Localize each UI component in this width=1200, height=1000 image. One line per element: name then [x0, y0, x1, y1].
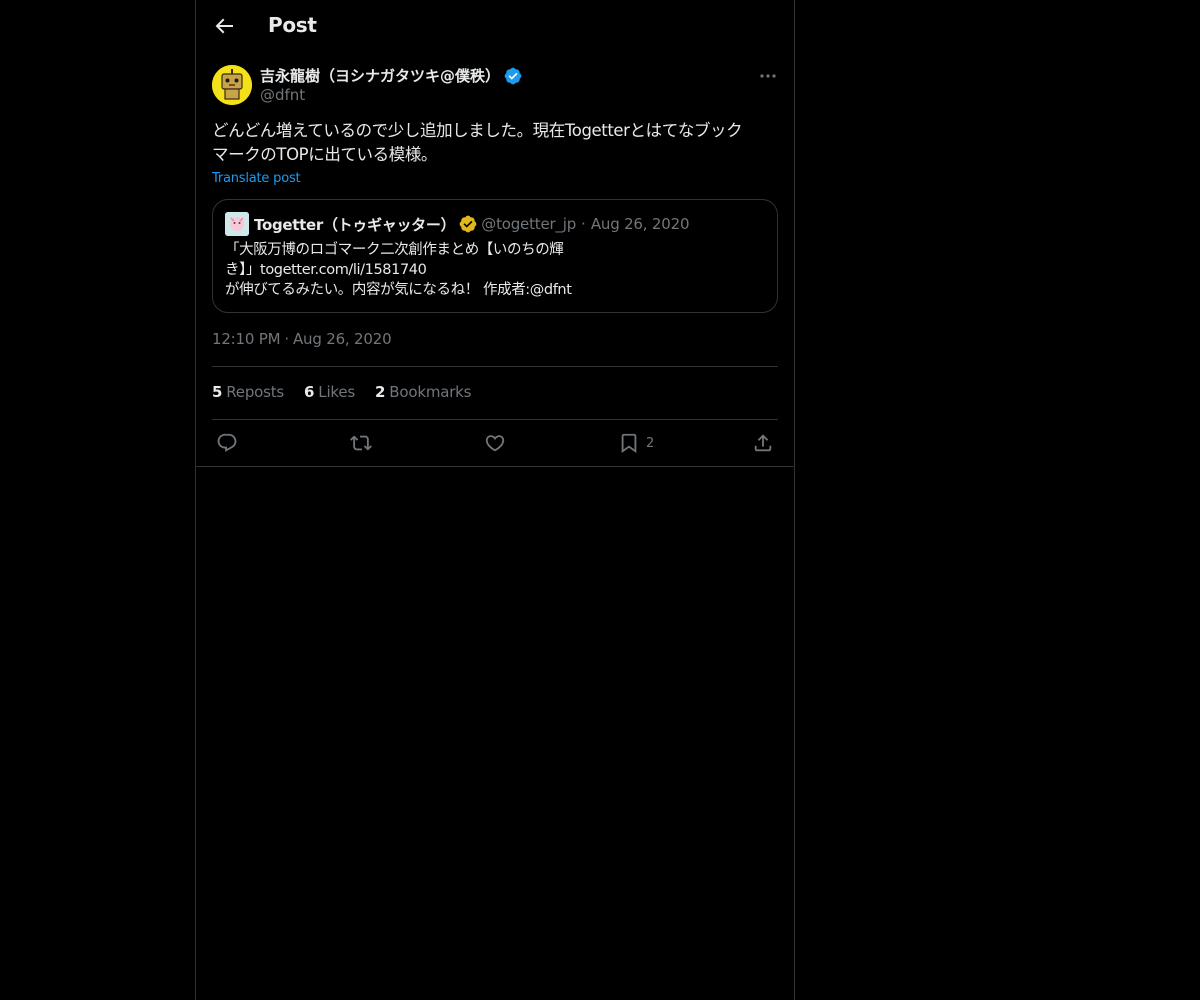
- post-text: どんどん増えているので少し追加しました。現在Togetterとはてなブック マー…: [212, 121, 743, 164]
- separator-dot: ·: [284, 330, 289, 348]
- repost-button[interactable]: [350, 432, 372, 454]
- post-time[interactable]: 12:10 PM: [212, 330, 281, 348]
- bookmark-icon: [621, 433, 637, 454]
- repost-icon: [350, 435, 372, 451]
- reposts-count: 5: [212, 383, 223, 401]
- author-name-line: 吉永龍樹（ヨシナガタツキ@僕秩）: [260, 65, 522, 86]
- bookmark-count: 2: [646, 435, 655, 451]
- page-title: Post: [268, 13, 317, 37]
- avatar[interactable]: [212, 65, 252, 105]
- quoted-post-text: 「大阪万博のロゴマーク二次創作まとめ【いのちの輝 き】」togetter.com…: [225, 242, 572, 298]
- verified-badge-icon: [459, 215, 477, 233]
- bookmarks-stat[interactable]: 2 Bookmarks: [375, 383, 471, 401]
- post-date[interactable]: Aug 26, 2020: [293, 330, 392, 348]
- post-timestamp: 12:10 PM · Aug 26, 2020: [212, 330, 392, 348]
- quoted-post[interactable]: Togetter（トゥギャッター） @togetter_jp · Aug 26,…: [212, 199, 778, 313]
- bookmark-button[interactable]: 2: [618, 432, 654, 454]
- reposts-stat[interactable]: 5 Reposts: [212, 383, 284, 401]
- like-button[interactable]: [484, 432, 506, 454]
- quoted-author-handle: @togetter_jp: [481, 215, 577, 233]
- post-actions: 2: [196, 420, 794, 466]
- like-icon: [485, 435, 505, 452]
- translate-post-link[interactable]: Translate post: [212, 171, 301, 186]
- back-arrow-icon[interactable]: [212, 14, 236, 38]
- likes-stat[interactable]: 6 Likes: [304, 383, 355, 401]
- post-author: 吉永龍樹（ヨシナガタツキ@僕秩） @dfnt: [212, 64, 778, 108]
- separator-dot: ·: [581, 215, 586, 233]
- quoted-post-date: Aug 26, 2020: [590, 215, 690, 233]
- bookmarks-label: Bookmarks: [389, 383, 472, 401]
- reply-icon: [217, 433, 237, 452]
- post-stats: 5 Reposts 6 Likes 2 Bookmarks: [212, 383, 491, 401]
- reposts-label: Reposts: [226, 383, 285, 401]
- author-name[interactable]: 吉永龍樹（ヨシナガタツキ@僕秩）: [260, 65, 500, 86]
- likes-label: Likes: [318, 383, 356, 401]
- top-bar: Post: [196, 0, 794, 53]
- verified-badge-icon[interactable]: [504, 67, 522, 85]
- post-column: Post 吉永龍樹（ヨシナガタツキ@僕秩） @dfnt どんどん増えているので少: [195, 0, 795, 1000]
- more-icon[interactable]: [758, 66, 778, 86]
- divider: [196, 466, 794, 467]
- author-handle[interactable]: @dfnt: [260, 86, 305, 104]
- bookmarks-count: 2: [375, 383, 386, 401]
- share-button[interactable]: [752, 432, 774, 454]
- quoted-post-header: Togetter（トゥギャッター） @togetter_jp · Aug 26,…: [225, 212, 689, 236]
- reply-button[interactable]: [216, 432, 238, 454]
- likes-count: 6: [304, 383, 315, 401]
- share-icon: [754, 434, 772, 452]
- divider: [212, 366, 778, 367]
- quoted-avatar: [225, 212, 249, 236]
- quoted-author-name: Togetter（トゥギャッター）: [254, 215, 456, 234]
